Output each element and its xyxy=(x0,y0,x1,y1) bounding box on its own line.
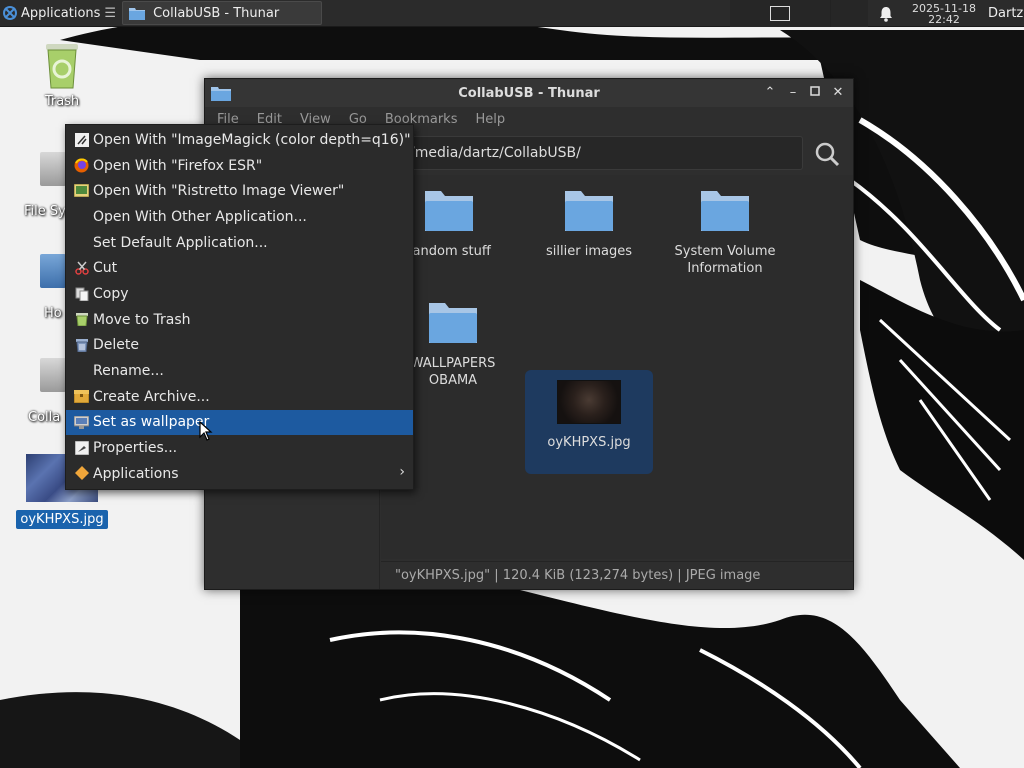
scissors-icon xyxy=(74,260,89,275)
file-item-label: sillier images xyxy=(546,244,632,259)
applications-label: Applications xyxy=(21,5,101,21)
menu-item-label: Open With Other Application... xyxy=(93,208,307,225)
trash-icon xyxy=(74,312,89,327)
menu-item-label: Rename... xyxy=(93,363,164,380)
menu-item-label: Open With "ImageMagick (color depth=q16)… xyxy=(93,131,411,148)
folder-icon xyxy=(565,191,613,231)
menu-item-label: Set Default Application... xyxy=(93,234,268,251)
user-menu[interactable]: Dartz xyxy=(984,0,1024,27)
menu-item-copy[interactable]: Copy xyxy=(66,281,413,307)
menu-item-applications[interactable]: Applications › xyxy=(66,461,413,487)
file-item-oykhpxs-jpg[interactable]: oyKHPXS.jpg xyxy=(525,370,653,474)
clock-time: 22:42 xyxy=(928,12,960,26)
menu-help[interactable]: Help xyxy=(475,112,505,127)
folder-icon xyxy=(129,8,146,20)
minimize-button[interactable]: – xyxy=(784,84,802,102)
close-button[interactable]: ✕ xyxy=(829,84,847,102)
menu-item-label: Applications xyxy=(93,465,179,482)
menu-item-create-archive[interactable]: Create Archive... xyxy=(66,384,413,410)
taskbar-button-thunar[interactable]: CollabUSB - Thunar xyxy=(122,1,323,25)
bell-icon xyxy=(880,6,892,22)
menu-item-label: Set as wallpaper xyxy=(93,414,210,431)
file-item-label: oyKHPXS.jpg xyxy=(547,435,631,450)
menu-item-set-default-application[interactable]: Set Default Application... xyxy=(66,230,413,256)
desktop-icon-filesystem-label: File Sy xyxy=(24,204,66,219)
search-icon xyxy=(815,142,840,167)
folder-icon xyxy=(425,191,473,231)
menu-item-label: Copy xyxy=(93,285,129,302)
chevron-up-icon[interactable]: ⌃ xyxy=(761,84,779,102)
image-thumbnail xyxy=(557,380,621,424)
menu-item-label: Properties... xyxy=(93,440,178,457)
menu-item-open-with-other[interactable]: Open With Other Application... xyxy=(66,204,413,230)
mouse-pointer-icon xyxy=(199,421,213,441)
filesystem-drive-icon[interactable] xyxy=(40,152,66,186)
show-desktop-button[interactable] xyxy=(730,0,830,27)
folder-icon xyxy=(429,303,477,343)
window-titlebar[interactable]: CollabUSB - Thunar ⌃ – ✕ xyxy=(205,79,853,107)
menu-item-set-as-wallpaper[interactable]: Set as wallpaper xyxy=(66,409,413,436)
menu-item-label: Cut xyxy=(93,260,118,277)
chevron-right-icon: › xyxy=(399,463,405,480)
applications-icon xyxy=(74,466,89,481)
user-name: Dartz xyxy=(988,6,1024,21)
window-title: CollabUSB - Thunar xyxy=(458,85,600,101)
firefox-icon xyxy=(74,158,89,173)
menu-item-label: Create Archive... xyxy=(93,388,210,405)
clock[interactable]: 2025-11-18 22:42 xyxy=(904,0,984,27)
menu-item-cut[interactable]: Cut xyxy=(66,255,413,281)
clock-date: 2025-11-18 xyxy=(912,1,976,15)
file-view: random stuff sillier images System Volum… xyxy=(381,175,853,559)
status-bar: "oyKHPXS.jpg" | 120.4 KiB (123,274 bytes… xyxy=(381,561,853,589)
menu-item-rename[interactable]: Rename... xyxy=(66,358,413,384)
menu-item-open-with-firefox[interactable]: Open With "Firefox ESR" xyxy=(66,153,413,179)
usb-drive-icon[interactable] xyxy=(40,358,66,392)
menu-item-label: Open With "Ristretto Image Viewer" xyxy=(93,183,345,200)
location-bar[interactable]: /media/dartz/CollabUSB/ xyxy=(403,136,803,170)
desktop-icon-trash-label: Trash xyxy=(44,94,80,109)
menu-item-open-with-ristretto[interactable]: Open With "Ristretto Image Viewer" xyxy=(66,178,413,204)
applications-menu-glyph: ☰ xyxy=(104,5,117,21)
wallpaper-icon xyxy=(74,415,89,430)
search-button[interactable] xyxy=(812,139,842,169)
desktop-icon-image-label: oyKHPXS.jpg xyxy=(16,510,108,529)
show-desktop-icon xyxy=(770,6,790,21)
taskbar-button-label: CollabUSB - Thunar xyxy=(153,5,280,21)
imagemagick-icon xyxy=(74,132,89,147)
notifications-button[interactable] xyxy=(868,0,904,27)
folder-icon xyxy=(701,191,749,231)
desktop-icon-home-label: Ho xyxy=(44,306,62,321)
copy-icon xyxy=(74,286,89,301)
file-item-sillier-images[interactable]: sillier images xyxy=(525,185,653,260)
menu-item-label: Delete xyxy=(93,337,139,354)
properties-icon xyxy=(74,440,89,455)
menu-item-label: Open With "Firefox ESR" xyxy=(93,157,263,174)
maximize-button[interactable] xyxy=(806,84,824,102)
archive-icon xyxy=(74,389,89,404)
xfce-logo-icon xyxy=(3,6,17,20)
menu-item-open-with-imagemagick[interactable]: Open With "ImageMagick (color depth=q16)… xyxy=(66,127,413,153)
trash-bin-icon xyxy=(46,44,78,89)
file-item-system-volume-information[interactable]: System Volume Information xyxy=(661,185,789,277)
image-viewer-icon xyxy=(74,183,89,198)
delete-icon xyxy=(74,338,89,353)
menu-item-delete[interactable]: Delete xyxy=(66,333,413,359)
top-panel: Applications ☰ CollabUSB - Thunar 2025-1… xyxy=(0,0,1024,27)
home-folder-icon[interactable] xyxy=(40,254,66,288)
menu-item-label: Move to Trash xyxy=(93,311,191,328)
panel-right-area: 2025-11-18 22:42 Dartz xyxy=(730,0,1024,27)
systray xyxy=(830,0,868,27)
menu-item-properties[interactable]: Properties... xyxy=(66,435,413,461)
menu-item-move-to-trash[interactable]: Move to Trash xyxy=(66,307,413,333)
maximize-icon xyxy=(810,86,820,96)
applications-menu-button[interactable]: Applications ☰ xyxy=(0,0,120,27)
file-item-label: System Volume Information xyxy=(674,244,776,276)
desktop-icon-trash[interactable]: Trash xyxy=(28,40,96,109)
desktop-icon-collab-label: Colla xyxy=(28,410,61,425)
context-menu: Open With "ImageMagick (color depth=q16)… xyxy=(65,124,414,490)
